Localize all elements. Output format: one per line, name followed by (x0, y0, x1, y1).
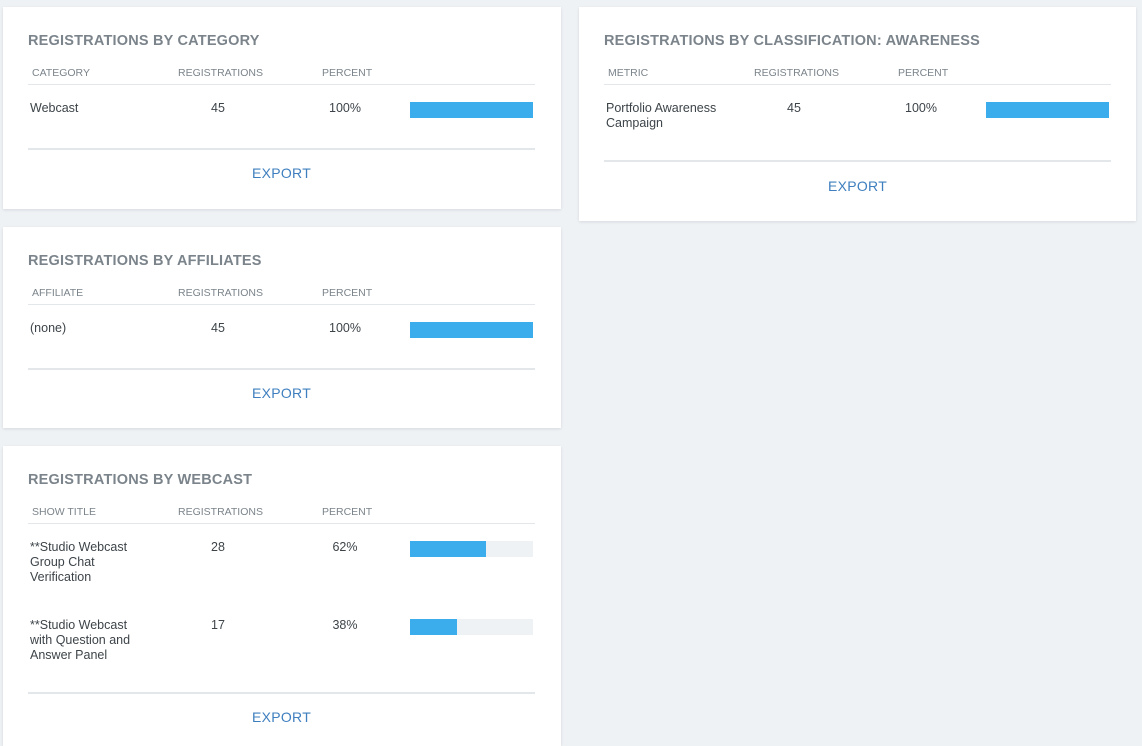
table-row: Webcast 45 100% (28, 85, 535, 149)
classification-table: METRIC REGISTRATIONS PERCENT Portfolio A… (604, 66, 1111, 161)
percent-bar (410, 322, 533, 338)
card-title: REGISTRATIONS BY AFFILIATES (28, 253, 262, 269)
card-title: REGISTRATIONS BY CATEGORY (28, 33, 260, 49)
table-header: SHOW TITLE REGISTRATIONS PERCENT (28, 505, 535, 524)
table-row: (none) 45 100% (28, 305, 535, 369)
table-header: CATEGORY REGISTRATIONS PERCENT (28, 66, 535, 85)
percent-bar-fill (986, 102, 1109, 118)
affiliates-table: AFFILIATE REGISTRATIONS PERCENT (none) 4… (28, 286, 535, 369)
column-header-affiliate: AFFILIATE (32, 287, 84, 299)
percent-bar (410, 619, 533, 635)
column-header-registrations: REGISTRATIONS (754, 67, 839, 79)
percent-bar-fill (410, 322, 533, 338)
row-registrations: 28 (211, 540, 225, 554)
row-name: **Studio Webcast with Question and Answe… (30, 618, 131, 662)
row-registrations: 45 (787, 101, 801, 115)
registrations-by-category-card: REGISTRATIONS BY CATEGORY CATEGORY REGIS… (3, 7, 561, 209)
divider (28, 148, 535, 150)
row-registrations: 17 (211, 618, 225, 632)
export-button[interactable]: EXPORT (28, 165, 535, 181)
export-button[interactable]: EXPORT (28, 385, 535, 401)
row-percent: 62% (332, 540, 358, 554)
export-button[interactable]: EXPORT (28, 709, 535, 725)
percent-bar (986, 102, 1109, 118)
row-name: Webcast (30, 101, 79, 115)
column-header-category: CATEGORY (32, 67, 90, 79)
percent-bar-fill (410, 619, 457, 635)
column-header-registrations: REGISTRATIONS (178, 506, 263, 518)
row-percent: 100% (329, 101, 361, 115)
percent-bar-fill (410, 541, 487, 557)
row-percent: 100% (905, 101, 937, 115)
table-row: Portfolio Awareness Campaign 45 100% (604, 85, 1111, 161)
percent-bar (410, 102, 533, 118)
webcast-table: SHOW TITLE REGISTRATIONS PERCENT **Studi… (28, 505, 535, 680)
divider (28, 692, 535, 694)
column-header-percent: PERCENT (322, 67, 373, 79)
table-row: **Studio Webcast Group Chat Verification… (28, 524, 535, 602)
column-header-percent: PERCENT (322, 506, 373, 518)
divider (604, 160, 1111, 162)
divider (28, 368, 535, 370)
column-header-show-title: SHOW TITLE (32, 506, 96, 518)
row-name: **Studio Webcast Group Chat Verification (30, 540, 128, 584)
table-row: **Studio Webcast with Question and Answe… (28, 602, 535, 680)
row-registrations: 45 (211, 321, 225, 335)
column-header-registrations: REGISTRATIONS (178, 67, 263, 79)
column-header-registrations: REGISTRATIONS (178, 287, 263, 299)
row-name: Portfolio Awareness Campaign (606, 101, 717, 130)
table-header: METRIC REGISTRATIONS PERCENT (604, 66, 1111, 85)
column-header-percent: PERCENT (898, 67, 949, 79)
registrations-by-webcast-card: REGISTRATIONS BY WEBCAST SHOW TITLE REGI… (3, 446, 561, 746)
table-header: AFFILIATE REGISTRATIONS PERCENT (28, 286, 535, 305)
card-title: REGISTRATIONS BY WEBCAST (28, 472, 253, 488)
column-header-percent: PERCENT (322, 287, 373, 299)
registrations-by-classification-card: REGISTRATIONS BY CLASSIFICATION: AWARENE… (579, 7, 1136, 221)
export-button[interactable]: EXPORT (604, 178, 1111, 194)
row-percent: 38% (332, 618, 358, 632)
column-header-metric: METRIC (608, 67, 649, 79)
percent-bar (410, 541, 533, 557)
registrations-by-affiliates-card: REGISTRATIONS BY AFFILIATES AFFILIATE RE… (3, 227, 561, 428)
row-percent: 100% (329, 321, 361, 335)
category-table: CATEGORY REGISTRATIONS PERCENT Webcast 4… (28, 66, 535, 149)
row-registrations: 45 (211, 101, 225, 115)
percent-bar-fill (410, 102, 533, 118)
card-title: REGISTRATIONS BY CLASSIFICATION: AWARENE… (604, 33, 981, 49)
row-name: (none) (30, 321, 67, 335)
